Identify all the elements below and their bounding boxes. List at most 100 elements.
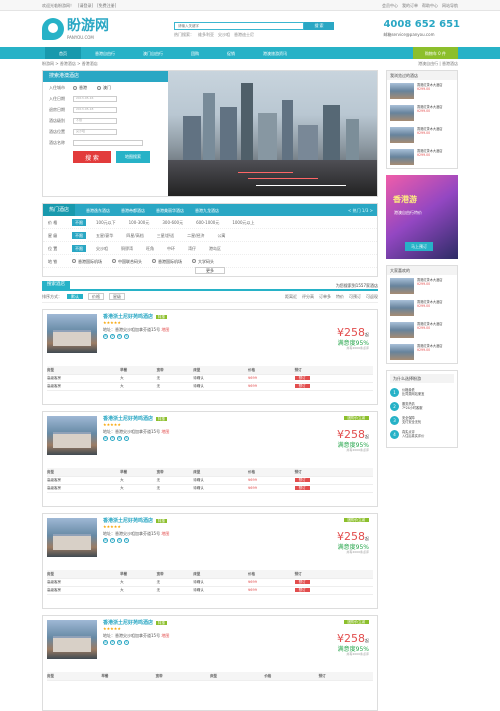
hot-hotel-link[interactable]: 香港帝都酒店	[121, 208, 145, 213]
filter-chip[interactable]: 300-600元	[159, 219, 186, 226]
metro-radio[interactable]: 香港国际机场	[152, 259, 182, 264]
filter-chip[interactable]: 三星/舒适	[154, 232, 177, 239]
book-button[interactable]: 预订	[294, 383, 310, 388]
register-link[interactable]: [免费注册]	[97, 3, 116, 8]
hot-word[interactable]: 尖沙咀	[218, 32, 230, 37]
hot-word[interactable]: 维多利亚	[198, 32, 214, 37]
option-checkbox[interactable]: 订单多	[319, 294, 331, 299]
nav-macau[interactable]: 澳门自由行	[129, 47, 177, 59]
room-type[interactable]: 高级客房	[47, 586, 121, 595]
cart-button[interactable]: 购物车 0 件	[412, 47, 458, 59]
recent-hotel-item[interactable]: 香港红茶木大酒店 ¥299.00	[387, 124, 457, 146]
hotel-location-select[interactable]: 尖沙咀	[73, 128, 117, 135]
room-type[interactable]: 高级客房	[47, 382, 121, 391]
review-count[interactable]: 共有2000条点评	[337, 652, 369, 657]
filter-chip[interactable]: 港岛区	[206, 245, 224, 252]
filter-chip[interactable]: 不限	[72, 244, 86, 252]
filter-chip[interactable]: 不限	[72, 231, 86, 239]
hotel-level-select[interactable]: 不限	[73, 117, 117, 124]
map-link[interactable]: 地图	[161, 531, 169, 536]
nav-promo[interactable]: 促销	[213, 47, 249, 59]
hot-hotels-tab[interactable]: 热门酒店	[43, 204, 76, 216]
metro-radio[interactable]: 大学码头	[192, 259, 214, 264]
hot-word[interactable]: 香港迪士尼	[234, 32, 254, 37]
option-checkbox[interactable]: 评分高	[302, 294, 314, 299]
recent-hotel-item[interactable]: 香港红茶木大酒店 ¥299.00	[387, 102, 457, 124]
book-button[interactable]: 预订	[294, 579, 310, 584]
option-checkbox[interactable]: 距离近	[285, 294, 297, 299]
hotel-name[interactable]: 香港浙土尼好苑鸣酒店	[103, 620, 153, 626]
filter-chip[interactable]: 湾仔	[185, 245, 199, 252]
filter-chip[interactable]: 中环	[164, 245, 178, 252]
hotel-photo[interactable]	[47, 416, 97, 455]
nav-group[interactable]: 团购	[177, 47, 213, 59]
hotel-name[interactable]: 香港浙土尼好苑鸣酒店	[103, 416, 153, 422]
site-nav-link[interactable]: 网站导航	[442, 3, 458, 8]
checkout-date-input[interactable]: 2013-05-18	[73, 106, 117, 113]
hotel-name-input[interactable]	[73, 139, 143, 146]
hot-pager[interactable]: < 热门 1/3 >	[348, 208, 373, 213]
option-checkbox[interactable]: 可返现	[366, 294, 378, 299]
map-link[interactable]: 地图	[161, 429, 169, 434]
city-macau-radio[interactable]: 澳门	[97, 85, 111, 90]
review-count[interactable]: 共有2000条点评	[337, 448, 369, 453]
review-count[interactable]: 共有2000条点评	[337, 346, 369, 351]
room-type[interactable]: 高级客房	[47, 578, 121, 587]
book-button[interactable]: 预订	[294, 375, 310, 380]
filter-chip[interactable]: 五星/豪华	[93, 232, 116, 239]
nav-hongkong[interactable]: 香港自由行	[81, 47, 129, 59]
logo[interactable]: 盼游网 PANYOU.COM	[42, 18, 109, 40]
hot-hotel-link[interactable]: 香港逸东酒店	[86, 208, 110, 213]
book-button[interactable]: 预订	[294, 477, 310, 482]
filter-chip[interactable]: 100元以下	[93, 219, 119, 226]
metro-radio[interactable]: 香港国际机场	[72, 259, 102, 264]
city-hongkong-radio[interactable]: 香港	[73, 85, 87, 90]
hotel-photo[interactable]	[47, 620, 97, 659]
sort-star[interactable]: 星级	[109, 293, 125, 300]
book-button[interactable]: 预订	[294, 485, 310, 490]
option-checkbox[interactable]: 特价	[336, 294, 344, 299]
breadcrumb-left[interactable]: 盼游网 > 香港酒店 > 香港酒店	[42, 61, 98, 66]
sort-price[interactable]: 价格	[88, 293, 104, 300]
login-link[interactable]: [请登录]	[78, 3, 93, 8]
book-button[interactable]: 预订	[294, 587, 310, 592]
map-link[interactable]: 地图	[161, 633, 169, 638]
filter-chip[interactable]: 旺角	[143, 245, 157, 252]
hotel-search-button[interactable]: 搜 索	[73, 151, 111, 163]
hot-hotel-link[interactable]: 香港九龙酒店	[195, 208, 219, 213]
filter-chip[interactable]: 铜锣湾	[118, 245, 136, 252]
promo-banner[interactable]: 香港游 港澳自由行特价 马上预订	[386, 175, 458, 259]
popular-hotel-item[interactable]: 香港红茶木大酒店 ¥299.00	[387, 297, 457, 319]
room-type[interactable]: 高级客房	[47, 484, 121, 493]
popular-hotel-item[interactable]: 香港红茶木大酒店 ¥299.00	[387, 275, 457, 297]
search-input[interactable]	[174, 22, 304, 30]
search-button[interactable]: 搜 索	[304, 22, 334, 30]
room-type[interactable]: 高级客房	[47, 374, 121, 383]
hotel-name[interactable]: 香港浙土尼好苑鸣酒店	[103, 518, 153, 524]
nav-home[interactable]: 首页	[45, 47, 81, 59]
member-center-link[interactable]: 会员中心	[382, 3, 398, 8]
popular-hotel-item[interactable]: 香港红茶木大酒店 ¥299.00	[387, 319, 457, 341]
banner-button[interactable]: 马上预订	[405, 242, 433, 251]
filter-chip[interactable]: 不限	[72, 218, 86, 226]
filter-chip[interactable]: 尖沙咀	[93, 245, 111, 252]
nav-news[interactable]: 港澳旅游资讯	[249, 47, 301, 59]
option-checkbox[interactable]: 可预订	[349, 294, 361, 299]
metro-radio[interactable]: 中国联合码头	[112, 259, 142, 264]
hotel-name[interactable]: 香港浙土尼好苑鸣酒店	[103, 314, 153, 320]
review-count[interactable]: 共有2000条点评	[337, 550, 369, 555]
filter-chip[interactable]: 公寓	[214, 232, 228, 239]
filter-chip[interactable]: 二星/经济	[184, 232, 207, 239]
filter-chip[interactable]: 600-1000元	[193, 219, 222, 226]
checkin-date-input[interactable]: 2013-05-16	[73, 95, 117, 102]
hot-hotel-link[interactable]: 香港美丽华酒店	[156, 208, 184, 213]
map-link[interactable]: 地图	[161, 327, 169, 332]
filter-chip[interactable]: 100-300元	[126, 219, 153, 226]
sort-default[interactable]: 默认	[67, 294, 83, 299]
room-type[interactable]: 高级客房	[47, 476, 121, 485]
recent-hotel-item[interactable]: 香港红茶木大酒店 ¥299.00	[387, 146, 457, 168]
filter-chip[interactable]: 1000元以上	[229, 219, 257, 226]
hotel-photo[interactable]	[47, 314, 97, 353]
my-orders-link[interactable]: 我的订单	[402, 3, 418, 8]
filter-chip[interactable]: 四星/高档	[123, 232, 146, 239]
